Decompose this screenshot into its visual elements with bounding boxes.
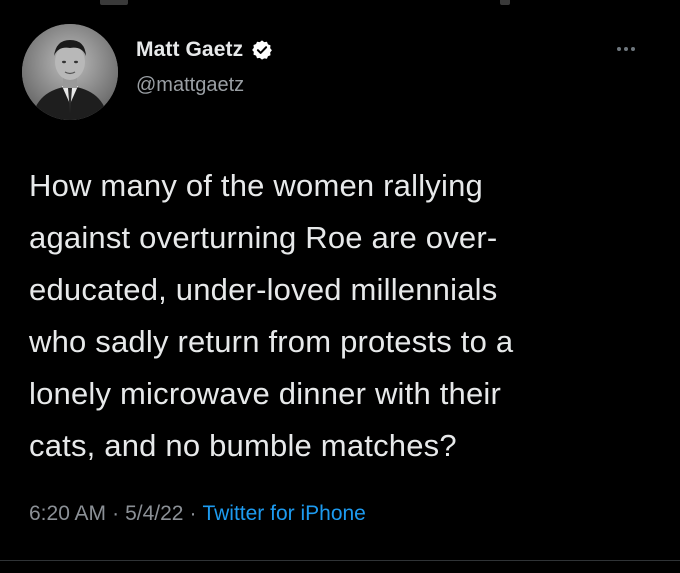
- cropped-top-edge: [0, 0, 680, 8]
- tweet-date[interactable]: 5/4/22: [125, 502, 183, 525]
- tweet-text-line: who sadly return from protests to a: [29, 324, 514, 359]
- tweet-source-link[interactable]: Twitter for iPhone: [202, 502, 365, 525]
- cropped-fragment: [500, 0, 510, 5]
- separator: ·: [189, 502, 197, 525]
- author-name-row[interactable]: Matt Gaetz: [136, 35, 273, 65]
- tweet-metadata: 6:20 AM · 5/4/22 · Twitter for iPhone: [29, 502, 366, 526]
- tweet-text: How many of the women rallying against o…: [29, 160, 659, 472]
- dot: [624, 47, 628, 51]
- tweet-text-line: educated, under-loved millennials: [29, 272, 498, 307]
- profile-photo: [22, 24, 118, 120]
- tweet-text-line: How many of the women rallying: [29, 168, 483, 203]
- more-options-icon[interactable]: [617, 42, 649, 56]
- tweet-card: Matt Gaetz @mattgaetz How many of the wo…: [0, 0, 680, 573]
- dot: [617, 47, 621, 51]
- separator: ·: [112, 502, 120, 525]
- tweet-text-line: lonely microwave dinner with their: [29, 376, 501, 411]
- author-handle[interactable]: @mattgaetz: [136, 74, 244, 97]
- dot: [631, 47, 635, 51]
- cropped-fragment: [100, 0, 128, 5]
- author-display-name[interactable]: Matt Gaetz: [136, 38, 243, 62]
- verified-badge-icon: [251, 39, 273, 61]
- divider: [0, 560, 680, 561]
- tweet-text-line: cats, and no bumble matches?: [29, 428, 457, 463]
- avatar[interactable]: [22, 24, 118, 120]
- tweet-time[interactable]: 6:20 AM: [29, 502, 106, 525]
- tweet-text-line: against overturning Roe are over-: [29, 220, 498, 255]
